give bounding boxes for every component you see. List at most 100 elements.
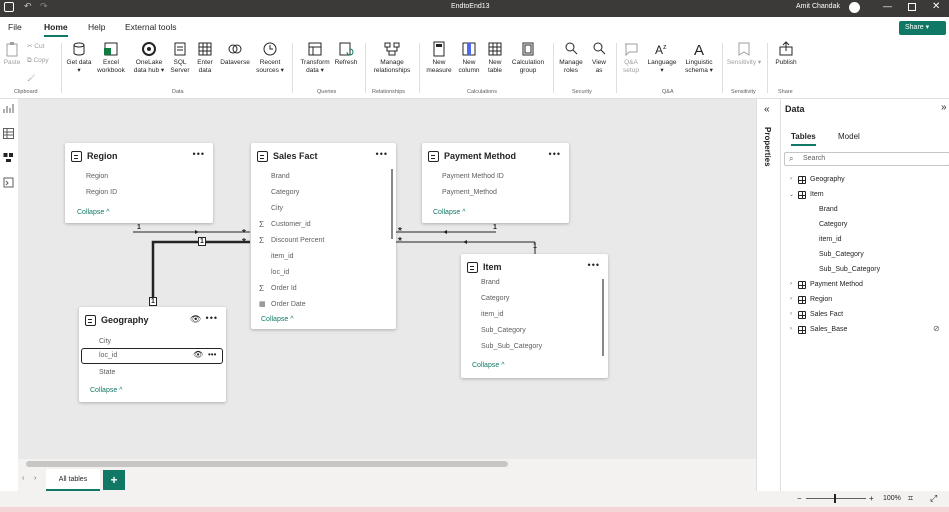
field-order-date[interactable]: Order Date: [271, 301, 306, 308]
tree-item-sales-base[interactable]: Sales_Base: [810, 326, 847, 333]
tree-field-item-id[interactable]: item_id: [819, 236, 842, 243]
field-region[interactable]: Region: [86, 173, 108, 180]
field-brand[interactable]: Brand: [481, 279, 500, 286]
field-loc-id[interactable]: loc_id: [271, 269, 289, 276]
paste-button[interactable]: Paste: [3, 41, 21, 67]
tree-field-brand[interactable]: Brand: [819, 206, 838, 213]
tree-field-category[interactable]: Category: [819, 221, 847, 228]
eye-hidden-icon[interactable]: ⊘: [933, 324, 940, 333]
tree-field-sub-sub-category[interactable]: Sub_Sub_Category: [819, 266, 880, 273]
get-data-button[interactable]: Get data ▾: [66, 41, 92, 75]
table-card-payment-method[interactable]: Payment Method ••• Payment Method ID Pay…: [422, 143, 569, 223]
more-options-icon[interactable]: •••: [208, 350, 216, 359]
excel-button[interactable]: Excel workbook: [93, 41, 129, 75]
field-brand[interactable]: Brand: [271, 173, 290, 180]
expand-pane-icon[interactable]: »: [941, 102, 947, 113]
card-header[interactable]: Sales Fact •••: [251, 143, 396, 169]
table-card-geography[interactable]: Geography 👁 ••• City loc_id 👁 ••• State …: [79, 307, 226, 402]
tab-home[interactable]: Home: [44, 22, 68, 37]
maximize-icon[interactable]: [908, 3, 916, 11]
collapse-pane-icon[interactable]: «: [764, 104, 770, 115]
linguistic-schema-button[interactable]: A Linguistic schema ▾: [681, 41, 717, 75]
card-scrollbar[interactable]: [602, 279, 604, 356]
scroll-left-icon[interactable]: ‹: [22, 475, 24, 482]
user-name[interactable]: Amit Chandak: [796, 3, 840, 10]
more-options-icon[interactable]: •••: [549, 149, 561, 159]
dax-query-icon[interactable]: [3, 177, 14, 188]
dataverse-button[interactable]: Dataverse: [218, 41, 252, 67]
table-card-sales-fact[interactable]: Sales Fact ••• Brand Category City Σ Cus…: [251, 143, 396, 329]
tree-item-geography[interactable]: Geography: [810, 176, 845, 183]
zoom-level[interactable]: 100%: [883, 495, 901, 502]
field-sub-category[interactable]: Sub_Category: [481, 327, 526, 334]
sensitivity-button[interactable]: Sensitivity ▾: [725, 41, 763, 67]
table-card-region[interactable]: Region ••• Region Region ID Collapse ^: [65, 143, 213, 223]
collapse-button[interactable]: Collapse ^: [472, 362, 504, 369]
report-view-icon[interactable]: [3, 103, 14, 114]
copy-button[interactable]: ⧉ Copy: [27, 57, 49, 65]
refresh-button[interactable]: Refresh: [333, 41, 359, 67]
new-table-button[interactable]: New table: [483, 41, 507, 75]
view-as-button[interactable]: View as: [588, 41, 610, 75]
card-header[interactable]: Region •••: [65, 143, 213, 169]
field-category[interactable]: Category: [481, 295, 509, 302]
tab-model[interactable]: Model: [838, 132, 860, 141]
redo-icon[interactable]: ↷: [40, 1, 48, 12]
tab-file[interactable]: File: [8, 22, 22, 32]
minimize-icon[interactable]: —: [883, 1, 892, 11]
scrollbar-thumb[interactable]: [26, 461, 508, 467]
chevron-right-icon[interactable]: ›: [790, 296, 792, 302]
model-canvas[interactable]: 1 1 1 * * * * 1 1 Region ••• Region Regi…: [18, 99, 756, 459]
zoom-slider-thumb[interactable]: [834, 494, 836, 503]
manage-roles-button[interactable]: Manage roles: [557, 41, 585, 75]
zoom-out-button[interactable]: −: [797, 494, 802, 503]
field-city[interactable]: City: [271, 205, 283, 212]
tab-external-tools[interactable]: External tools: [125, 22, 177, 32]
table-view-icon[interactable]: [3, 128, 14, 139]
manage-relationships-button[interactable]: Manage relationships: [370, 41, 414, 75]
collapse-button[interactable]: Collapse ^: [77, 209, 109, 216]
canvas-horizontal-scrollbar[interactable]: [18, 459, 756, 469]
field-city[interactable]: City: [99, 338, 111, 345]
fit-to-page-icon[interactable]: ⌗: [908, 493, 913, 504]
field-payment-method[interactable]: Payment_Method: [442, 189, 497, 196]
model-view-icon[interactable]: [3, 152, 14, 163]
properties-pane-collapsed[interactable]: « Properties: [756, 99, 780, 491]
calculation-group-button[interactable]: Calculation group: [508, 41, 548, 75]
field-customer-id[interactable]: Customer_id: [271, 221, 311, 228]
search-input[interactable]: Search: [784, 152, 949, 166]
tree-item-item[interactable]: Item: [810, 191, 824, 198]
field-category[interactable]: Category: [271, 189, 299, 196]
eye-icon[interactable]: 👁: [190, 314, 201, 325]
eye-icon[interactable]: 👁: [193, 350, 203, 359]
new-measure-button[interactable]: New measure: [425, 41, 453, 75]
field-loc-id[interactable]: loc_id: [99, 352, 117, 359]
more-options-icon[interactable]: •••: [206, 313, 218, 323]
card-header[interactable]: Geography 👁 •••: [79, 307, 226, 333]
more-options-icon[interactable]: •••: [376, 149, 388, 159]
field-discount-percent[interactable]: Discount Percent: [271, 237, 324, 244]
chevron-right-icon[interactable]: ›: [790, 311, 792, 317]
format-painter-button[interactable]: 🖌: [27, 75, 35, 83]
tree-item-region[interactable]: Region: [810, 296, 832, 303]
more-options-icon[interactable]: •••: [588, 260, 600, 270]
card-header[interactable]: Item •••: [461, 254, 608, 280]
avatar[interactable]: [849, 2, 860, 13]
scroll-right-icon[interactable]: ›: [34, 475, 36, 482]
tab-all-tables[interactable]: All tables: [46, 469, 100, 491]
tree-field-sub-category[interactable]: Sub_Category: [819, 251, 864, 258]
share-button[interactable]: Share ▾: [899, 21, 946, 35]
chevron-right-icon[interactable]: ›: [790, 281, 792, 287]
card-header[interactable]: Payment Method •••: [422, 143, 569, 169]
language-button[interactable]: Az Language ▾: [646, 41, 678, 75]
table-card-item[interactable]: Item ••• Brand Category item_id Sub_Cate…: [461, 254, 608, 378]
field-state[interactable]: State: [99, 369, 115, 376]
cut-button[interactable]: ✂ Cut: [27, 43, 44, 51]
tab-tables[interactable]: Tables: [791, 132, 816, 146]
more-options-icon[interactable]: •••: [193, 149, 205, 159]
tab-help[interactable]: Help: [88, 22, 105, 32]
transform-data-button[interactable]: Transform data ▾: [297, 41, 333, 75]
collapse-button[interactable]: Collapse ^: [90, 387, 122, 394]
zoom-in-button[interactable]: +: [869, 494, 874, 503]
enter-data-button[interactable]: Enter data: [194, 41, 216, 75]
